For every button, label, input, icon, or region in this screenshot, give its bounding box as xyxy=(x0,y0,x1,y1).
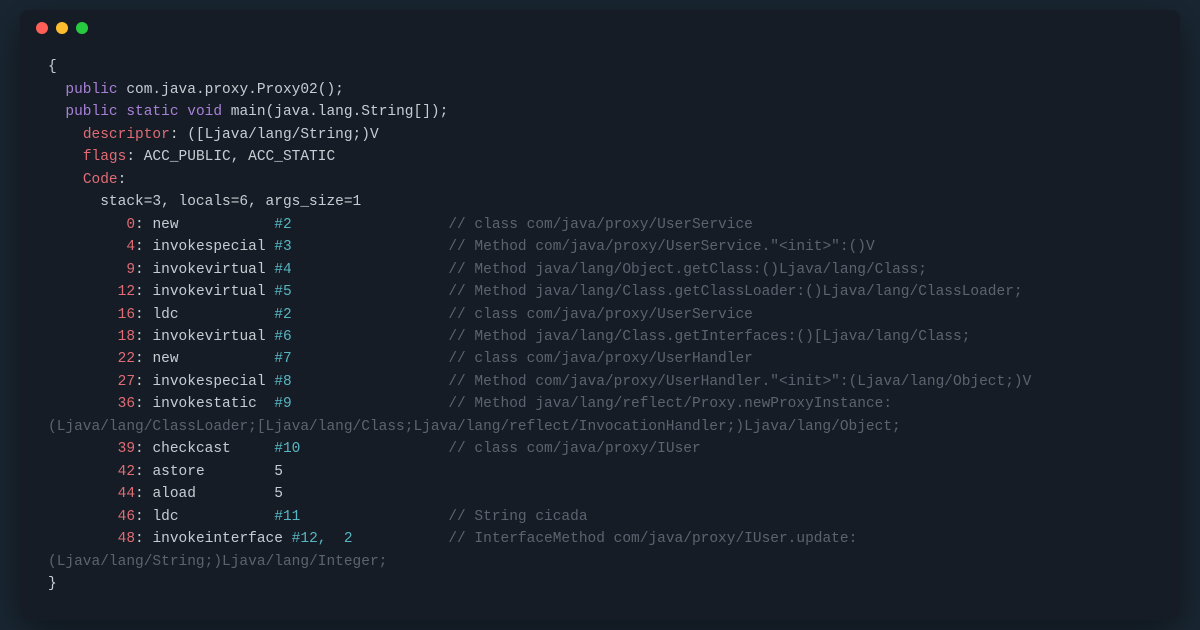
offset: 4 xyxy=(126,239,135,255)
flags-label: flags xyxy=(83,149,127,165)
comment: // Method com/java/proxy/UserHandler."<i… xyxy=(448,374,1031,390)
opcode: aload xyxy=(152,486,196,502)
cp-ref: 5 xyxy=(274,486,283,502)
keyword-public: public xyxy=(65,82,117,98)
cp-ref: #9 xyxy=(274,396,291,412)
window-titlebar xyxy=(20,10,1180,46)
bytecode-line: 16: ldc #2 // class com/java/proxy/UserS… xyxy=(48,304,1152,326)
opcode: invokespecial xyxy=(152,374,265,390)
offset: 42 xyxy=(118,464,135,480)
cp-ref: #6 xyxy=(274,329,291,345)
comment: // String cicada xyxy=(448,509,587,525)
offset: 27 xyxy=(118,374,135,390)
offset: 39 xyxy=(118,441,135,457)
bytecode-line: 12: invokevirtual #5 // Method java/lang… xyxy=(48,281,1152,303)
code-line: stack=3, locals=6, args_size=1 xyxy=(48,191,1152,213)
offset: 48 xyxy=(118,531,135,547)
cp-ref: #3 xyxy=(274,239,291,255)
keyword-static: static xyxy=(126,104,178,120)
comment: // class com/java/proxy/UserService xyxy=(448,217,753,233)
opcode: invokestatic xyxy=(152,396,256,412)
bytecode-line: 22: new #7 // class com/java/proxy/UserH… xyxy=(48,348,1152,370)
wrapped-comment: (Ljava/lang/String;)Ljava/lang/Integer; xyxy=(48,551,1152,573)
bytecode-line: 39: checkcast #10 // class com/java/prox… xyxy=(48,438,1152,460)
comment: // class com/java/proxy/UserHandler xyxy=(448,351,753,367)
offset: 46 xyxy=(118,509,135,525)
offset: 12 xyxy=(118,284,135,300)
offset: 9 xyxy=(126,262,135,278)
brace-close: } xyxy=(48,573,1152,595)
offset: 36 xyxy=(118,396,135,412)
descriptor-value: : ([Ljava/lang/String;)V xyxy=(170,127,379,143)
comment: // class com/java/proxy/IUser xyxy=(448,441,700,457)
comment: // Method java/lang/Class.getInterfaces:… xyxy=(448,329,970,345)
opcode: invokevirtual xyxy=(152,262,265,278)
cp-ref: #5 xyxy=(274,284,291,300)
offset: 0 xyxy=(126,217,135,233)
offset: 44 xyxy=(118,486,135,502)
comment: // Method java/lang/Object.getClass:()Lj… xyxy=(448,262,927,278)
bytecode-line: 27: invokespecial #8 // Method com/java/… xyxy=(48,371,1152,393)
terminal-window: { public com.java.proxy.Proxy02(); publi… xyxy=(20,10,1180,619)
code-text: : xyxy=(118,172,127,188)
flags-value: : ACC_PUBLIC, ACC_STATIC xyxy=(126,149,335,165)
cp-ref: 5 xyxy=(274,464,283,480)
code-area: { public com.java.proxy.Proxy02(); publi… xyxy=(20,46,1180,619)
bytecode-line: 9: invokevirtual #4 // Method java/lang/… xyxy=(48,259,1152,281)
code-text: main(java.lang.String[]); xyxy=(222,104,448,120)
bytecode-line: 46: ldc #11 // String cicada xyxy=(48,506,1152,528)
bytecode-line: 44: aload 5 xyxy=(48,483,1152,505)
comment: // class com/java/proxy/UserService xyxy=(448,307,753,323)
bytecode-line: 0: new #2 // class com/java/proxy/UserSe… xyxy=(48,214,1152,236)
bytecode-line: 42: astore 5 xyxy=(48,461,1152,483)
cp-ref: #2 xyxy=(274,217,291,233)
wrapped-comment: (Ljava/lang/ClassLoader;[Ljava/lang/Clas… xyxy=(48,416,1152,438)
opcode: ldc xyxy=(152,509,178,525)
code-line: flags: ACC_PUBLIC, ACC_STATIC xyxy=(48,146,1152,168)
brace-open: { xyxy=(48,56,1152,78)
opcode: ldc xyxy=(152,307,178,323)
opcode: invokeinterface xyxy=(152,531,283,547)
opcode: invokevirtual xyxy=(152,284,265,300)
opcode: invokespecial xyxy=(152,239,265,255)
cp-ref: #10 xyxy=(274,441,300,457)
code-line: descriptor: ([Ljava/lang/String;)V xyxy=(48,124,1152,146)
comment: // Method java/lang/Class.getClassLoader… xyxy=(448,284,1022,300)
comment: // Method java/lang/reflect/Proxy.newPro… xyxy=(448,396,892,412)
offset: 16 xyxy=(118,307,135,323)
code-line: public com.java.proxy.Proxy02(); xyxy=(48,79,1152,101)
code-label: Code xyxy=(83,172,118,188)
bytecode-line: 36: invokestatic #9 // Method java/lang/… xyxy=(48,393,1152,415)
code-line: public static void main(java.lang.String… xyxy=(48,101,1152,123)
comment: // Method com/java/proxy/UserService."<i… xyxy=(448,239,874,255)
cp-ref: #11 xyxy=(274,509,300,525)
bytecode-line: 4: invokespecial #3 // Method com/java/p… xyxy=(48,236,1152,258)
cp-ref: #7 xyxy=(274,351,291,367)
zoom-icon[interactable] xyxy=(76,22,88,34)
cp-ref: #2 xyxy=(274,307,291,323)
descriptor-label: descriptor xyxy=(83,127,170,143)
cp-ref: #8 xyxy=(274,374,291,390)
keyword-void: void xyxy=(187,104,222,120)
minimize-icon[interactable] xyxy=(56,22,68,34)
offset: 22 xyxy=(118,351,135,367)
cp-ref: #4 xyxy=(274,262,291,278)
keyword-public: public xyxy=(65,104,117,120)
cp-ref: #12, 2 xyxy=(292,531,353,547)
opcode: invokevirtual xyxy=(152,329,265,345)
close-icon[interactable] xyxy=(36,22,48,34)
bytecode-line: 48: invokeinterface #12, 2 // InterfaceM… xyxy=(48,528,1152,550)
opcode: checkcast xyxy=(152,441,230,457)
offset: 18 xyxy=(118,329,135,345)
code-text: com.java.proxy.Proxy02(); xyxy=(118,82,344,98)
opcode: new xyxy=(152,351,178,367)
code-line: Code: xyxy=(48,169,1152,191)
bytecode-line: 18: invokevirtual #6 // Method java/lang… xyxy=(48,326,1152,348)
opcode: new xyxy=(152,217,178,233)
opcode: astore xyxy=(152,464,204,480)
comment: // InterfaceMethod com/java/proxy/IUser.… xyxy=(448,531,857,547)
